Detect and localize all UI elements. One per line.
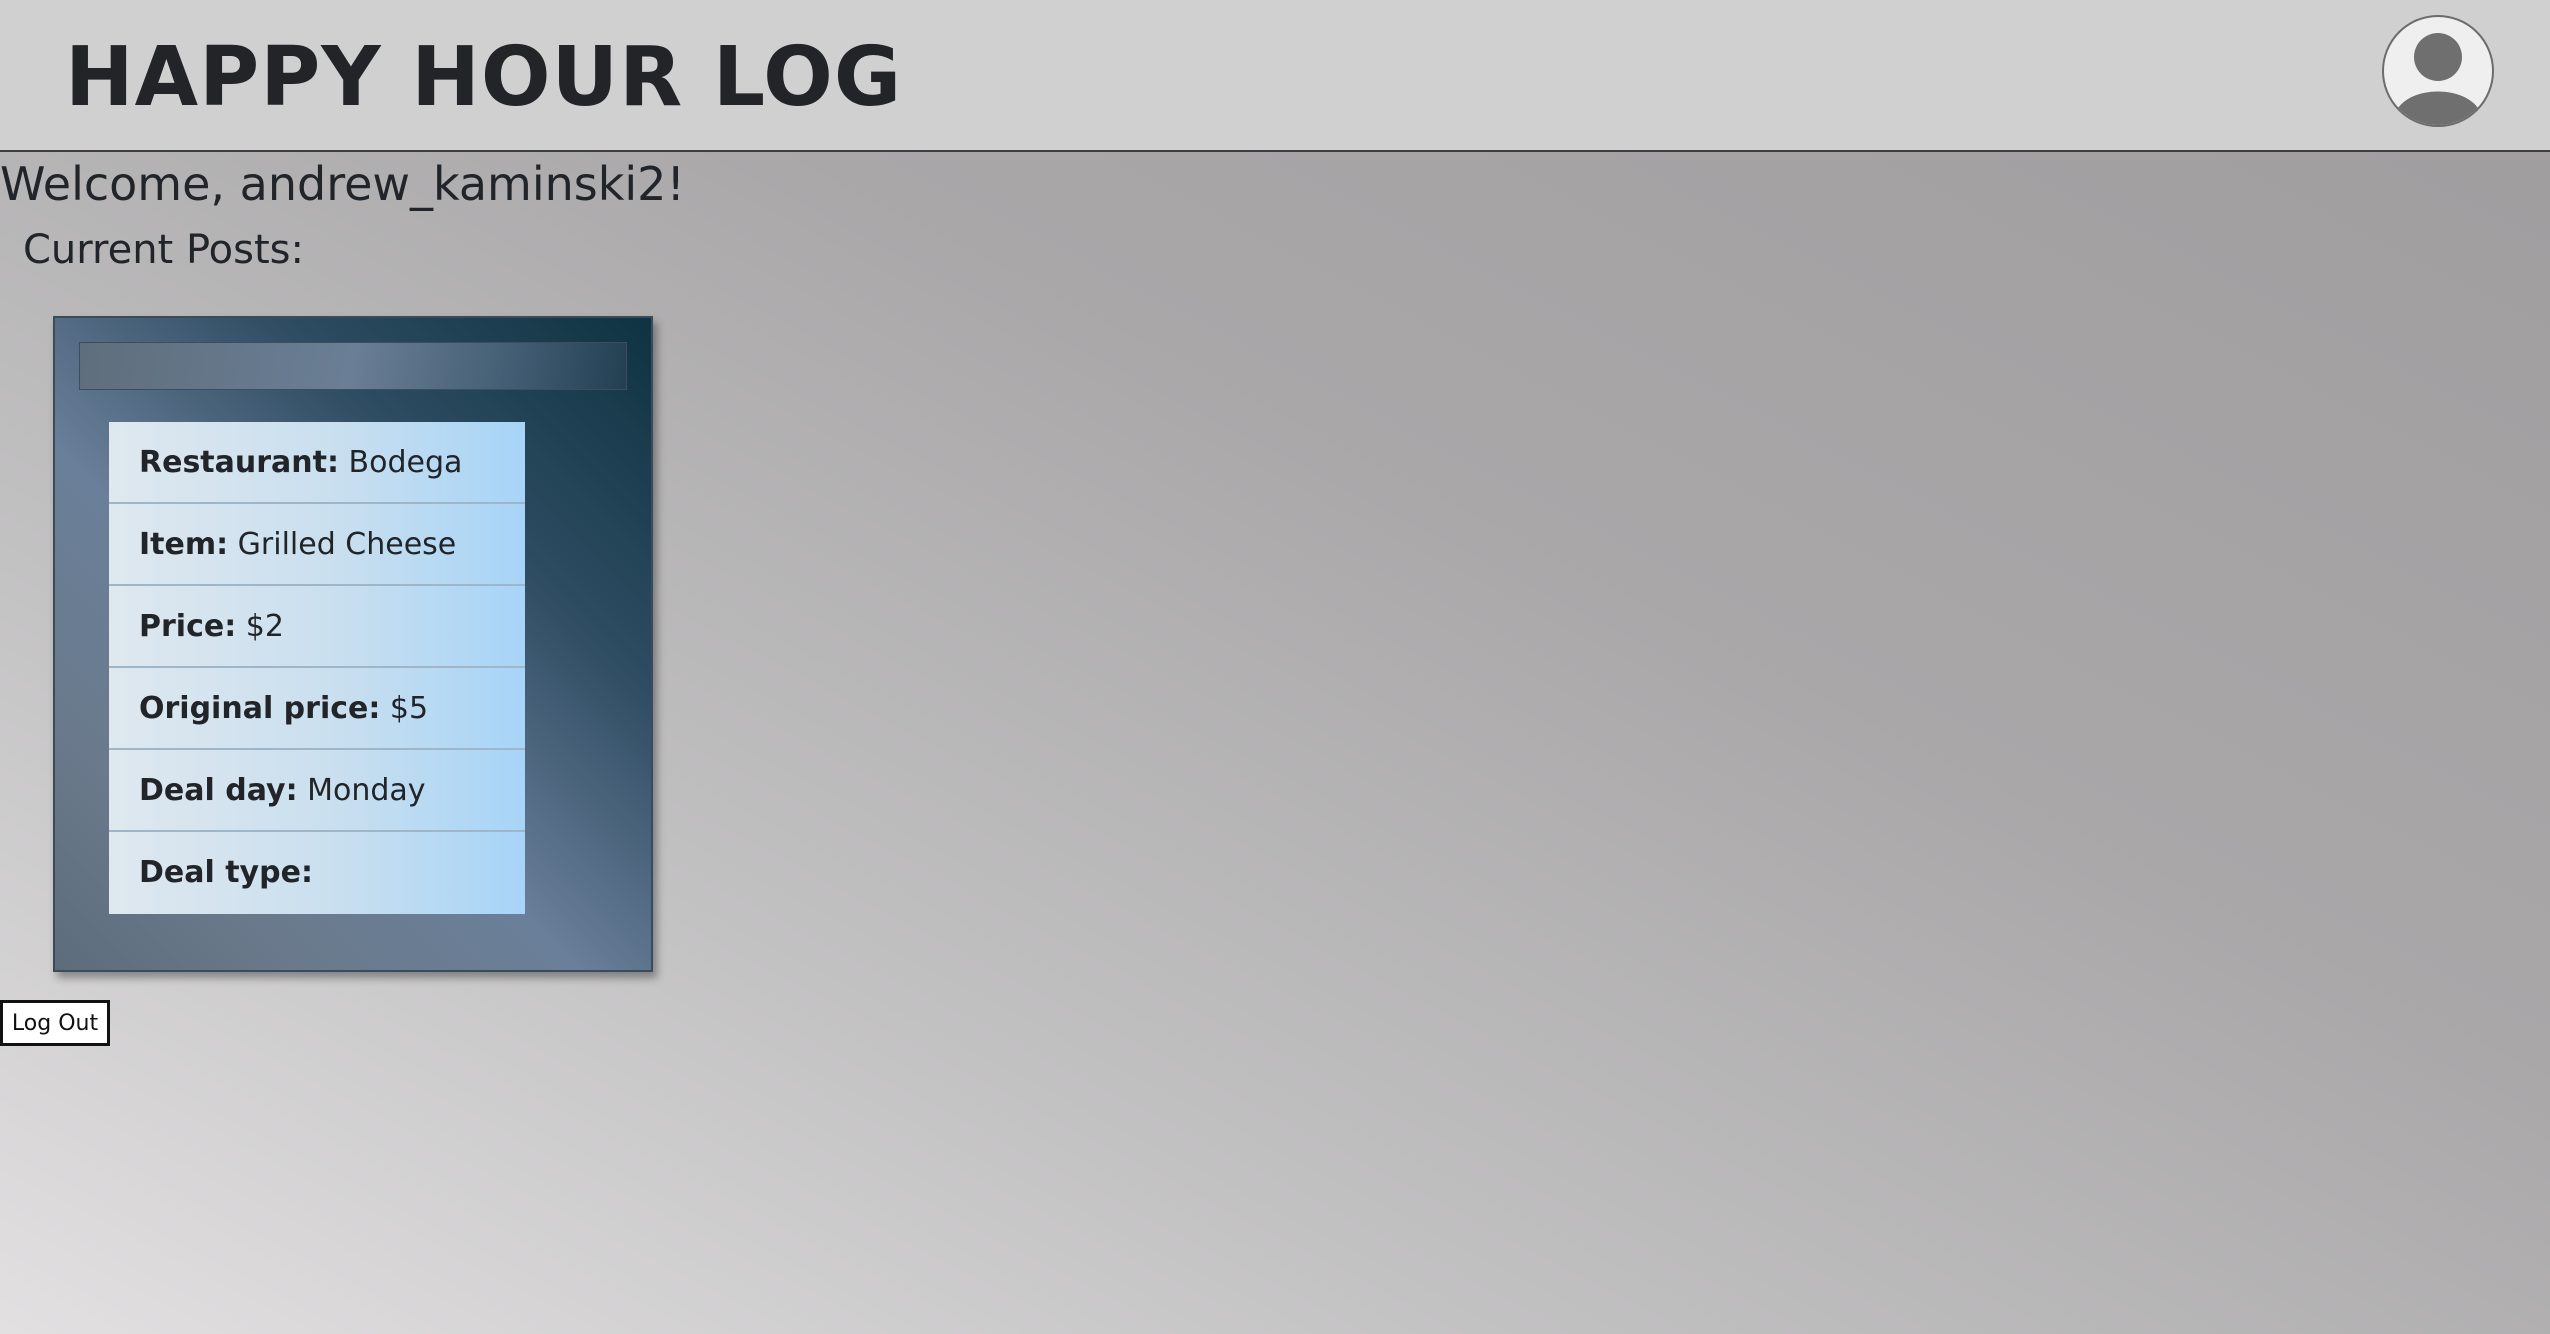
detail-label: Restaurant: — [139, 445, 339, 480]
detail-value: Grilled Cheese — [237, 527, 457, 562]
detail-price: Price: $2 — [109, 586, 525, 668]
user-silhouette-icon — [2394, 33, 2482, 125]
detail-original-price: Original price: $5 — [109, 668, 525, 750]
detail-item: Item: Grilled Cheese — [109, 504, 525, 586]
detail-label: Deal type: — [139, 855, 313, 890]
user-avatar-icon[interactable] — [2382, 15, 2494, 127]
detail-label: Price: — [139, 609, 237, 644]
detail-label: Item: — [139, 527, 229, 562]
detail-value: Bodega — [348, 445, 463, 480]
detail-value: Monday — [307, 773, 426, 808]
app-title: HAPPY HOUR LOG — [65, 30, 903, 125]
post-card-header — [79, 342, 627, 390]
detail-value: $5 — [389, 691, 429, 726]
detail-label: Deal day: — [139, 773, 298, 808]
logout-button[interactable]: Log Out — [0, 1000, 110, 1046]
welcome-message: Welcome, andrew_kaminski2! — [0, 157, 685, 211]
current-posts-heading: Current Posts: — [23, 227, 304, 273]
detail-deal-type: Deal type: — [109, 832, 525, 914]
detail-value: $2 — [245, 609, 284, 644]
post-details-list: Restaurant: Bodega Item: Grilled Cheese … — [109, 422, 525, 914]
detail-restaurant: Restaurant: Bodega — [109, 422, 525, 504]
app-header: HAPPY HOUR LOG — [0, 0, 2550, 152]
post-card: Restaurant: Bodega Item: Grilled Cheese … — [53, 316, 653, 972]
detail-deal-day: Deal day: Monday — [109, 750, 525, 832]
detail-label: Original price: — [139, 691, 381, 726]
